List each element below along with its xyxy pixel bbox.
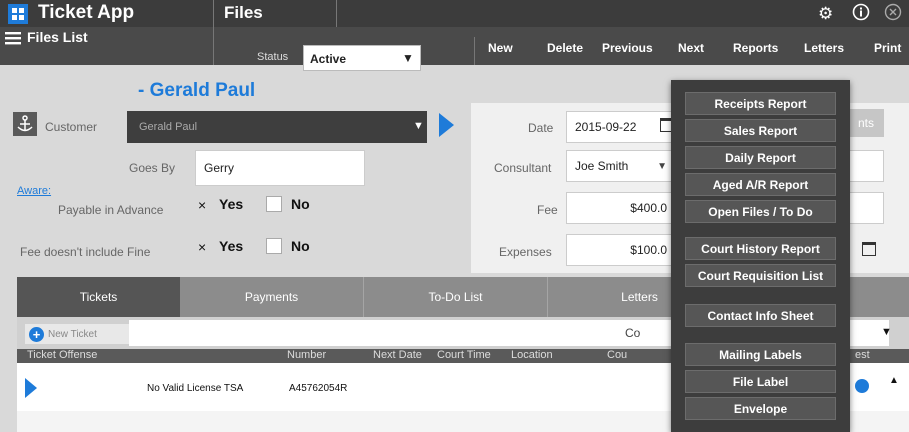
expenses-input[interactable]: $100.0: [566, 234, 676, 266]
consultant-select[interactable]: Joe Smith ▼: [566, 150, 676, 182]
scroll-up-icon[interactable]: ▲: [889, 375, 899, 386]
menu-open-files-todo[interactable]: Open Files / To Do: [685, 200, 836, 223]
customer-value: Gerald Paul: [139, 121, 198, 133]
payable-no-label: No: [291, 196, 310, 212]
date-value: 2015-09-22: [575, 120, 637, 134]
new-ticket-label: New Ticket: [48, 328, 97, 340]
date-label: Date: [528, 121, 554, 135]
tab-to-do-list[interactable]: To-Do List: [364, 277, 547, 317]
delete-button[interactable]: Delete: [547, 41, 583, 55]
goes-by-label: Goes By: [129, 161, 176, 175]
customer-heading: - Gerald Paul: [138, 80, 256, 101]
menu-aged-ar-report[interactable]: Aged A/R Report: [685, 173, 836, 196]
divider: [213, 27, 214, 65]
chevron-down-icon: ▼: [413, 120, 424, 132]
col-offense[interactable]: Ticket Offense: [27, 349, 97, 361]
consultant-label: Consultant: [494, 161, 552, 175]
consultant-value: Joe Smith: [575, 159, 629, 173]
menu-court-history-report[interactable]: Court History Report: [685, 237, 836, 260]
menu-receipts-report[interactable]: Receipts Report: [685, 92, 836, 115]
col-last[interactable]: est: [855, 349, 870, 361]
fee-fine-no-label: No: [291, 238, 310, 254]
payable-yes-check-icon[interactable]: ×: [198, 197, 206, 213]
letters-button[interactable]: Letters: [804, 41, 844, 55]
fee-fine-label: Fee doesn't include Fine: [20, 245, 151, 259]
next-button[interactable]: Next: [678, 41, 704, 55]
fee-fine-yes-check-icon[interactable]: ×: [198, 239, 206, 255]
col-next-date[interactable]: Next Date: [373, 349, 422, 361]
calendar-icon[interactable]: [862, 242, 876, 256]
payable-label: Payable in Advance: [58, 203, 164, 217]
menu-file-label[interactable]: File Label: [685, 370, 836, 393]
col-court-time[interactable]: Court Time: [437, 349, 491, 361]
previous-button[interactable]: Previous: [602, 41, 653, 55]
title-bar: Ticket App Files ⚙: [0, 0, 909, 27]
expenses-label: Expenses: [499, 245, 552, 259]
status-select[interactable]: Active ▼: [303, 45, 421, 71]
status-dot-icon[interactable]: [855, 379, 869, 393]
col-location[interactable]: Location: [511, 349, 553, 361]
fee-input[interactable]: $400.0: [566, 192, 676, 224]
gear-icon[interactable]: ⚙: [818, 4, 833, 24]
close-icon[interactable]: [884, 3, 902, 26]
new-ticket-button[interactable]: + New Ticket: [25, 324, 129, 344]
menu-contact-info-sheet[interactable]: Contact Info Sheet: [685, 304, 836, 327]
reports-menu: Receipts Report Sales Report Daily Repor…: [671, 80, 850, 432]
payable-yes-label: Yes: [219, 196, 244, 212]
chevron-down-icon: ▼: [402, 51, 414, 65]
files-list-label[interactable]: Files List: [27, 29, 88, 45]
tab-tickets[interactable]: Tickets: [17, 277, 180, 317]
anchor-icon[interactable]: [13, 112, 37, 136]
print-button[interactable]: Print: [874, 41, 901, 55]
col-court[interactable]: Cou: [607, 349, 627, 361]
aware-link[interactable]: Aware:: [17, 185, 51, 197]
tab-payments[interactable]: Payments: [180, 277, 363, 317]
play-arrow-icon[interactable]: [436, 111, 456, 142]
info-icon[interactable]: [852, 3, 870, 26]
payable-no-checkbox[interactable]: [266, 196, 282, 212]
row-number: A45762054R: [289, 383, 348, 394]
menu-sales-report[interactable]: Sales Report: [685, 119, 836, 142]
divider: [336, 0, 337, 27]
fee-fine-no-checkbox[interactable]: [266, 238, 282, 254]
goes-by-input[interactable]: Gerry: [195, 150, 365, 186]
status-value: Active: [310, 52, 347, 66]
chevron-down-icon: ▼: [657, 160, 667, 172]
chevron-down-icon[interactable]: ▼: [881, 326, 892, 338]
customer-select[interactable]: Gerald Paul ▼: [127, 111, 427, 143]
hamburger-icon[interactable]: [4, 30, 22, 49]
col-number[interactable]: Number: [287, 349, 326, 361]
play-arrow-icon[interactable]: [23, 377, 39, 402]
filter-label: Co: [625, 326, 641, 340]
app-title: Ticket App: [38, 2, 135, 23]
fee-fine-yes-label: Yes: [219, 238, 244, 254]
menu-daily-report[interactable]: Daily Report: [685, 146, 836, 169]
section-title: Files: [224, 3, 263, 22]
menu-mailing-labels[interactable]: Mailing Labels: [685, 343, 836, 366]
menu-envelope[interactable]: Envelope: [685, 397, 836, 420]
plus-circle-icon: +: [29, 326, 44, 342]
reports-button[interactable]: Reports: [733, 41, 778, 55]
fee-label: Fee: [537, 203, 558, 217]
divider: [213, 0, 214, 27]
menu-court-requisition-list[interactable]: Court Requisition List: [685, 264, 836, 287]
status-label: Status: [257, 51, 289, 63]
grid-menu-icon[interactable]: [8, 4, 28, 24]
new-button[interactable]: New: [488, 41, 513, 55]
divider: [474, 37, 475, 65]
row-offense: No Valid License TSA: [147, 383, 244, 394]
customer-label: Customer: [45, 120, 98, 134]
